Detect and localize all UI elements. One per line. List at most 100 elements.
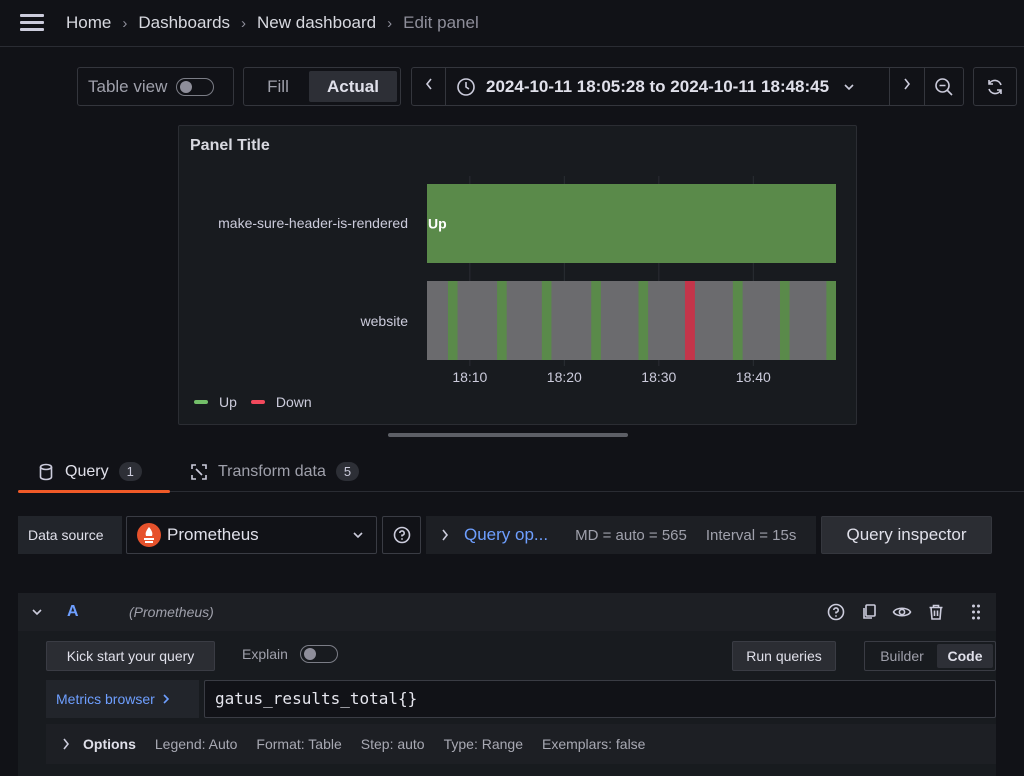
breadcrumb-home[interactable]: Home bbox=[66, 13, 111, 33]
time-range-text: 2024-10-11 18:05:28 to 2024-10-11 18:48:… bbox=[486, 76, 830, 96]
state-segment-up bbox=[591, 281, 601, 360]
tab-query-label: Query bbox=[65, 462, 109, 480]
interval-text: Interval = 15s bbox=[705, 526, 797, 544]
state-segment-up bbox=[826, 281, 836, 360]
refresh-button[interactable] bbox=[973, 67, 1017, 106]
option-exemplars: Exemplars: false bbox=[541, 736, 646, 752]
state-segment-up bbox=[638, 281, 649, 360]
time-range-button[interactable]: 2024-10-11 18:05:28 to 2024-10-11 18:48:… bbox=[446, 68, 890, 105]
explain-toggle[interactable]: Explain bbox=[242, 645, 338, 663]
database-icon bbox=[39, 463, 53, 480]
x-tick-label: 18:20 bbox=[547, 369, 582, 385]
help-icon bbox=[393, 526, 410, 544]
tab-query-count: 1 bbox=[118, 462, 142, 481]
state-value-label: Up bbox=[428, 216, 447, 232]
state-segment-up bbox=[779, 281, 790, 360]
state-segment-down bbox=[684, 281, 695, 360]
chevron-right-icon bbox=[63, 738, 70, 750]
chevron-right-icon: › bbox=[122, 14, 128, 32]
state-segment-up bbox=[447, 281, 458, 360]
breadcrumb-new-dashboard[interactable]: New dashboard bbox=[257, 13, 376, 33]
menu-icon[interactable] bbox=[20, 14, 44, 32]
option-step: Step: auto bbox=[360, 736, 425, 752]
panel-preview: Panel Title make-sure-header-is-rendered… bbox=[178, 125, 857, 425]
chevron-right-icon bbox=[442, 529, 449, 541]
options-label: Options bbox=[83, 736, 136, 752]
timeline-row-background bbox=[427, 281, 836, 360]
time-range-picker: 2024-10-11 18:05:28 to 2024-10-11 18:48:… bbox=[411, 67, 964, 106]
tab-transform-count: 5 bbox=[335, 462, 360, 481]
zoom-out-icon bbox=[935, 78, 953, 96]
actual-button[interactable]: Actual bbox=[309, 71, 397, 102]
data-source-label: Data source bbox=[18, 516, 122, 554]
query-options-row[interactable]: Options Legend: Auto Format: Table Step:… bbox=[46, 724, 996, 764]
help-icon[interactable] bbox=[827, 603, 845, 621]
query-datasource-hint: (Prometheus) bbox=[129, 604, 214, 620]
chevron-left-icon bbox=[425, 78, 432, 90]
time-forward-button[interactable] bbox=[890, 68, 925, 105]
legend-swatch-up bbox=[194, 400, 208, 404]
chevron-down-icon bbox=[844, 83, 854, 90]
builder-code-switch: Builder Code bbox=[864, 641, 996, 671]
time-back-button[interactable] bbox=[412, 68, 446, 105]
table-view-toggle[interactable]: Table view bbox=[77, 67, 234, 106]
eye-icon[interactable] bbox=[892, 603, 912, 621]
duplicate-icon[interactable] bbox=[860, 603, 878, 621]
tab-transform-label: Transform data bbox=[218, 462, 326, 480]
state-segment-up bbox=[541, 281, 552, 360]
x-tick-label: 18:10 bbox=[452, 369, 487, 385]
promql-code-editor[interactable]: gatus_results_total{} bbox=[204, 680, 996, 718]
clock-icon bbox=[457, 77, 475, 96]
table-view-label: Table view bbox=[88, 76, 168, 96]
chevron-right-icon bbox=[163, 694, 169, 704]
x-tick-label: 18:30 bbox=[641, 369, 676, 385]
code-mode-button[interactable]: Code bbox=[937, 644, 993, 668]
top-nav-bar: Home › Dashboards › New dashboard › Edit… bbox=[0, 0, 1024, 47]
data-source-value: Prometheus bbox=[167, 525, 259, 544]
breadcrumb-dashboards[interactable]: Dashboards bbox=[138, 13, 230, 33]
x-tick-label: 18:40 bbox=[736, 369, 771, 385]
chevron-down-icon bbox=[353, 532, 363, 539]
max-data-points-text: MD = auto = 565 bbox=[575, 526, 687, 544]
state-timeline-chart: Up 18:10 18:20 18:30 18:40 bbox=[427, 176, 836, 385]
refresh-icon bbox=[988, 79, 1002, 94]
fill-button[interactable]: Fill bbox=[247, 77, 309, 97]
state-segment-up bbox=[497, 281, 507, 360]
transform-icon bbox=[191, 463, 207, 480]
state-segment-up bbox=[427, 184, 836, 263]
table-view-switch[interactable] bbox=[176, 77, 215, 96]
query-options-bar[interactable]: Query op... MD = auto = 565 Interval = 1… bbox=[426, 516, 816, 554]
trash-icon[interactable] bbox=[927, 603, 945, 621]
kick-start-button[interactable]: Kick start your query bbox=[46, 641, 215, 671]
state-segment-up bbox=[732, 281, 743, 360]
drag-handle-icon[interactable] bbox=[971, 603, 981, 621]
legend-swatch-down bbox=[250, 400, 265, 404]
zoom-out-button[interactable] bbox=[925, 68, 963, 105]
query-row-header: A (Prometheus) bbox=[18, 593, 996, 631]
metrics-browser-button[interactable]: Metrics browser bbox=[46, 680, 199, 718]
fill-actual-group: Fill Actual bbox=[243, 67, 401, 106]
legend: Up Down bbox=[194, 394, 312, 410]
chevron-right-icon: › bbox=[241, 14, 247, 32]
run-queries-button[interactable]: Run queries bbox=[732, 641, 836, 671]
tab-transform-data[interactable]: Transform data 5 bbox=[190, 462, 360, 481]
query-ref-id[interactable]: A bbox=[67, 603, 79, 621]
tab-query[interactable]: Query 1 bbox=[38, 462, 142, 481]
query-inspector-button[interactable]: Query inspector bbox=[821, 516, 992, 554]
panel-resize-handle[interactable] bbox=[388, 433, 628, 437]
option-type: Type: Range bbox=[443, 736, 523, 752]
builder-mode-button[interactable]: Builder bbox=[867, 648, 937, 664]
query-options-label: Query op... bbox=[464, 525, 549, 544]
collapse-chevron-icon[interactable] bbox=[31, 607, 43, 617]
data-source-help-button[interactable] bbox=[382, 516, 421, 554]
chevron-right-icon bbox=[904, 78, 911, 90]
metrics-browser-label: Metrics browser bbox=[56, 691, 155, 707]
data-source-select[interactable]: Prometheus bbox=[126, 516, 377, 554]
legend-label-up[interactable]: Up bbox=[219, 394, 237, 410]
explain-switch[interactable] bbox=[299, 645, 338, 663]
prometheus-icon bbox=[137, 523, 161, 547]
active-tab-indicator bbox=[18, 490, 170, 493]
explain-label: Explain bbox=[242, 646, 288, 662]
legend-label-down[interactable]: Down bbox=[276, 394, 312, 410]
option-legend: Legend: Auto bbox=[154, 736, 238, 752]
